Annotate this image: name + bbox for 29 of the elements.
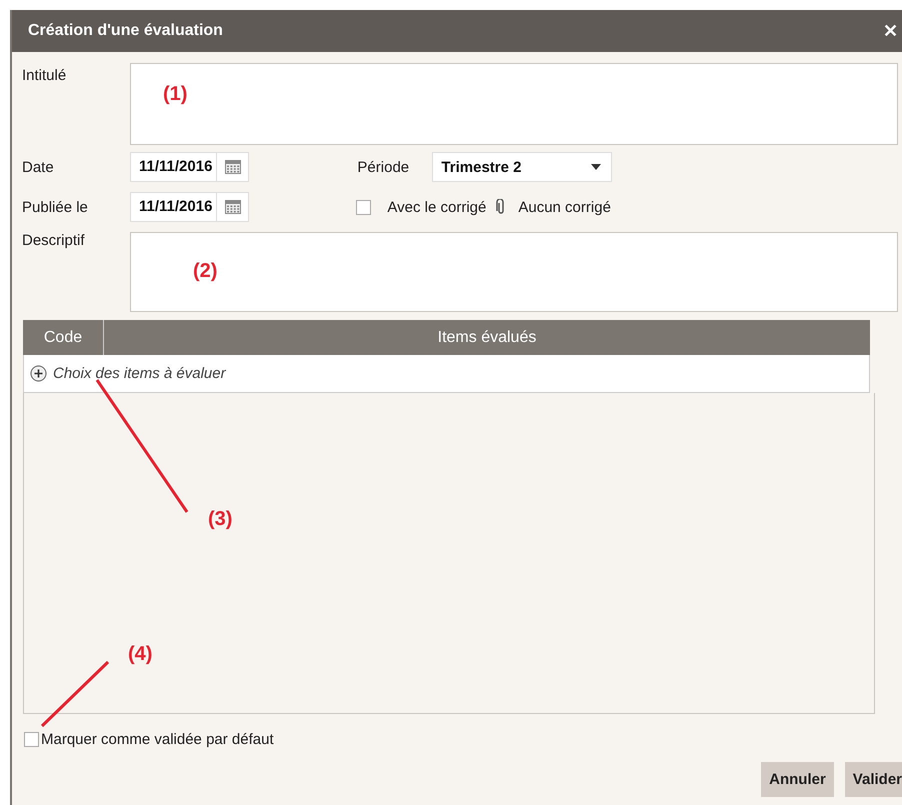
window-title: Création d'une évaluation <box>28 22 223 40</box>
annotation-label: (1) <box>163 83 188 106</box>
caret-icon <box>591 164 602 170</box>
field-label: Publiée le <box>22 198 89 216</box>
date-field[interactable]: 11/11/2016 <box>130 152 250 182</box>
field-label: Descriptif <box>22 232 86 249</box>
checkbox[interactable] <box>356 200 372 214</box>
annotation-label: (4) <box>128 643 152 666</box>
checkbox-label: Marquer comme validée par défaut <box>41 731 274 748</box>
checkbox[interactable] <box>24 732 39 747</box>
field-label: Date <box>22 158 55 176</box>
checkbox-label: Avec le corrigé <box>387 198 486 216</box>
title-input-field[interactable] <box>130 63 898 145</box>
field-label: Période <box>357 158 410 176</box>
paperclip-icon <box>496 199 506 215</box>
date-field[interactable]: 11/11/2016 <box>130 192 250 222</box>
close-button[interactable]: ✕ <box>883 20 898 42</box>
description-input-field[interactable] <box>130 232 898 312</box>
period-dropdown[interactable]: Trimestre 2 <box>432 152 612 182</box>
field-label: Intitulé <box>22 66 68 84</box>
dialog-button[interactable]: Annuler <box>761 762 834 797</box>
plus-icon <box>30 365 47 382</box>
add-items-row[interactable]: Choix des items à évaluer <box>23 355 870 393</box>
annotation-label: (3) <box>208 508 232 531</box>
column-header: Items évalués <box>436 328 538 348</box>
leader-line <box>40 660 110 728</box>
annotation-label: (2) <box>193 260 218 283</box>
attachment-status: Aucun corrigé <box>518 198 611 216</box>
dialog-button[interactable]: Valider <box>844 762 902 797</box>
